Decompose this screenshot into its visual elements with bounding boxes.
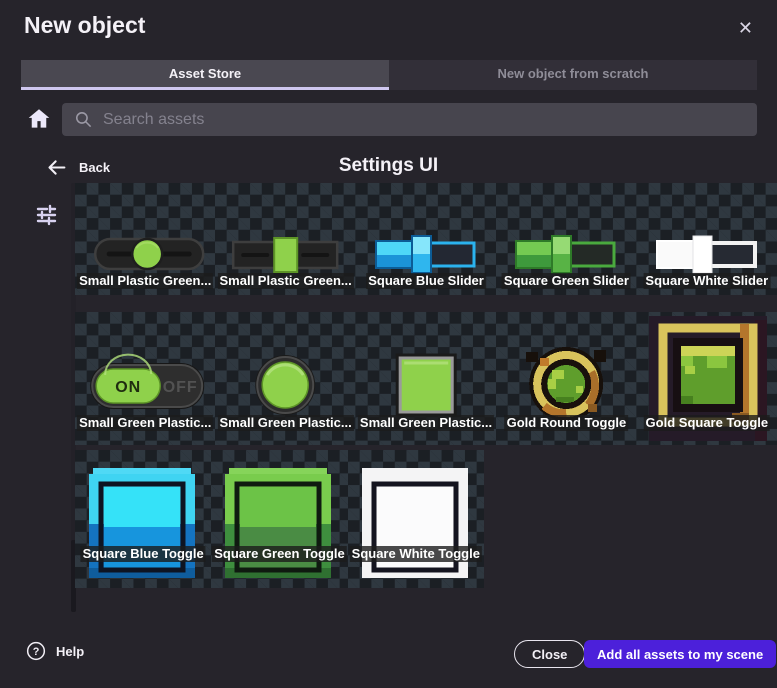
asset-gold-round-toggle[interactable]: Gold Round Toggle: [496, 312, 636, 445]
asset-label: Gold Square Toggle: [644, 415, 771, 431]
asset-square-white-toggle[interactable]: Square White Toggle: [348, 450, 484, 588]
toggle-off-text: OFF: [163, 379, 198, 396]
asset-label: Small Green Plastic...: [358, 415, 494, 431]
asset-label: Square White Toggle: [350, 546, 482, 562]
asset-label: Square Blue Slider: [366, 273, 486, 289]
help-button[interactable]: ? Help: [26, 641, 84, 661]
asset-label: Square White Slider: [643, 273, 770, 289]
dialog-title: New object: [24, 12, 145, 39]
asset-label: Small Plastic Green...: [217, 273, 353, 289]
asset-label: Small Plastic Green...: [77, 273, 213, 289]
add-all-assets-button[interactable]: Add all assets to my scene: [584, 640, 776, 668]
close-icon[interactable]: ✕: [738, 16, 753, 40]
asset-label: Square Blue Toggle: [81, 546, 206, 562]
asset-label: Small Green Plastic...: [217, 415, 353, 431]
svg-text:?: ?: [33, 646, 40, 658]
toggle-on-text: ON: [115, 379, 141, 396]
asset-small-plastic-green-slider-square[interactable]: Small Plastic Green...: [215, 183, 355, 295]
asset-label: Square Green Toggle: [212, 546, 347, 562]
asset-square-blue-slider[interactable]: Square Blue Slider: [356, 183, 496, 295]
search-icon: [74, 110, 93, 129]
asset-label: Gold Round Toggle: [505, 415, 629, 431]
asset-label: Square Green Slider: [502, 273, 631, 289]
asset-grid-row-3: Square Blue Toggle Square Green Toggle S…: [75, 450, 484, 588]
section-title: Settings UI: [0, 155, 777, 177]
asset-gold-square-toggle[interactable]: Gold Square Toggle: [637, 312, 777, 445]
asset-small-green-plastic-square-toggle[interactable]: Small Green Plastic...: [356, 312, 496, 445]
asset-square-blue-toggle[interactable]: Square Blue Toggle: [75, 450, 211, 588]
help-icon: ?: [26, 641, 46, 661]
tab-new-object-from-scratch[interactable]: New object from scratch: [389, 60, 757, 90]
tab-bar: Asset Store New object from scratch: [21, 60, 757, 90]
close-button[interactable]: Close: [514, 640, 585, 668]
tab-asset-store[interactable]: Asset Store: [21, 60, 389, 90]
asset-square-white-slider[interactable]: Square White Slider: [637, 183, 777, 295]
asset-grid-row-1: Small Plastic Green... Small Plastic Gre…: [75, 183, 777, 295]
home-icon[interactable]: [26, 106, 52, 132]
help-label: Help: [56, 644, 84, 659]
asset-small-plastic-green-slider-round[interactable]: Small Plastic Green...: [75, 183, 215, 295]
asset-small-green-plastic-onoff-toggle[interactable]: ON OFF Small Green Plastic...: [75, 312, 215, 445]
search-input[interactable]: Search assets: [62, 103, 757, 136]
filter-icon[interactable]: [34, 203, 58, 227]
asset-small-green-plastic-circle-toggle[interactable]: Small Green Plastic...: [215, 312, 355, 445]
search-placeholder: Search assets: [103, 111, 204, 129]
asset-label: Small Green Plastic...: [77, 415, 213, 431]
asset-square-green-toggle[interactable]: Square Green Toggle: [211, 450, 347, 588]
asset-square-green-slider[interactable]: Square Green Slider: [496, 183, 636, 295]
asset-grid-row-2: ON OFF Small Green Plastic... Small Gree…: [75, 312, 777, 445]
